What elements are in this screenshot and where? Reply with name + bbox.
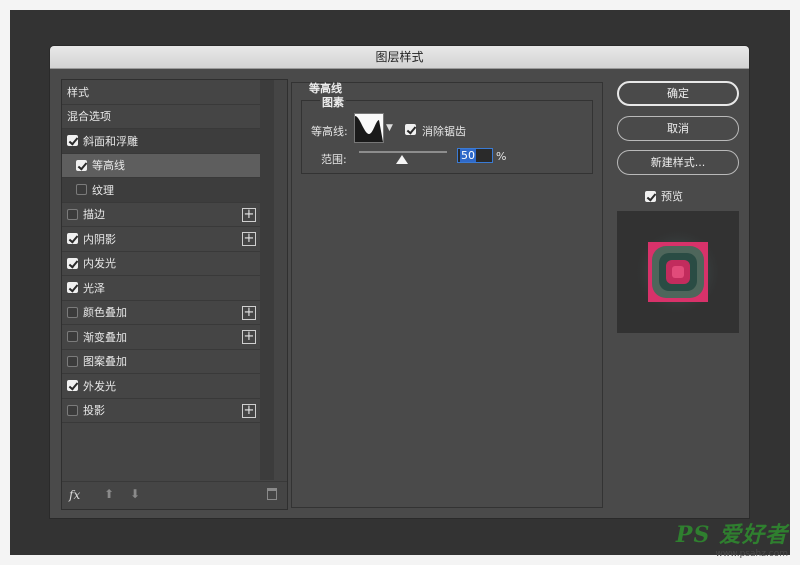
style-item-6[interactable]: 内阴影 + (62, 227, 260, 252)
move-down-icon[interactable]: ⬇ (130, 487, 140, 501)
style-item-checkbox[interactable] (67, 233, 78, 245)
style-list-footer: fx ⬆ ⬇ (62, 481, 287, 509)
range-slider-thumb[interactable] (396, 155, 408, 164)
anti-alias-label: 消除锯齿 (422, 125, 466, 138)
style-item-label: 等高线 (92, 159, 125, 173)
add-effect-icon[interactable]: + (242, 207, 256, 222)
range-unit: % (496, 150, 507, 163)
dialog-title: 图层样式 (50, 46, 749, 69)
ok-button[interactable]: 确定 (617, 81, 739, 106)
range-value: 50 (460, 149, 476, 162)
style-item-5[interactable]: 描边 + (62, 203, 260, 227)
preview-image (634, 228, 722, 316)
elements-title: 图素 (320, 94, 346, 110)
style-list-scrollbar[interactable] (260, 80, 274, 480)
style-item-label: 描边 (83, 208, 105, 222)
style-item-checkbox[interactable] (67, 282, 78, 294)
style-item-label: 内阴影 (83, 232, 116, 246)
style-item-0[interactable]: 样式 (62, 80, 260, 105)
style-item-checkbox[interactable] (76, 159, 87, 171)
range-input[interactable]: 50 (457, 148, 493, 163)
style-item-4[interactable]: 纹理 (62, 178, 260, 203)
preview-thumbnail (617, 211, 739, 333)
preview-checkbox[interactable] (645, 190, 656, 202)
style-item-checkbox[interactable] (67, 257, 78, 269)
style-item-label: 渐变叠加 (83, 330, 127, 344)
add-effect-icon[interactable]: + (242, 403, 256, 418)
contour-picker[interactable] (354, 113, 384, 143)
watermark-brand: PS 爱好者 (675, 522, 788, 548)
watermark: PS 爱好者 www.psahz.com (676, 517, 788, 559)
style-item-checkbox[interactable] (67, 380, 78, 392)
delete-effect-icon[interactable] (267, 488, 277, 500)
style-item-1[interactable]: 混合选项 (62, 105, 260, 129)
move-up-icon[interactable]: ⬆ (104, 487, 114, 501)
new-style-button[interactable]: 新建样式... (617, 150, 739, 175)
style-item-checkbox[interactable] (76, 184, 87, 196)
style-item-11[interactable]: 图案叠加 (62, 350, 260, 374)
add-effect-icon[interactable]: + (242, 330, 256, 344)
style-item-2[interactable]: 斜面和浮雕 (62, 129, 260, 154)
style-item-checkbox[interactable] (67, 404, 78, 416)
style-item-checkbox[interactable] (67, 331, 78, 343)
style-list-items: 样式混合选项斜面和浮雕等高线纹理描边 + 内阴影 + 内发光光泽颜色叠加 + 渐变叠加 + 图案… (62, 80, 260, 423)
style-item-checkbox[interactable] (67, 355, 78, 367)
style-item-13[interactable]: 投影 + (62, 399, 260, 423)
style-item-label: 内发光 (83, 257, 116, 271)
style-item-3[interactable]: 等高线 (62, 153, 260, 178)
style-item-label: 斜面和浮雕 (83, 134, 138, 148)
style-item-checkbox[interactable] (67, 135, 78, 147)
style-item-12[interactable]: 外发光 (62, 374, 260, 399)
anti-alias-checkbox[interactable] (405, 124, 416, 135)
fx-button[interactable]: fx (69, 488, 80, 502)
style-list: 样式混合选项斜面和浮雕等高线纹理描边 + 内阴影 + 内发光光泽颜色叠加 + 渐变叠加 + 图案… (61, 79, 288, 510)
watermark-url: www.psahz.com (715, 549, 788, 559)
elements-group: 图素 等高线: ▼ 消除锯齿 范围: 50 % (301, 94, 593, 174)
style-item-9[interactable]: 颜色叠加 + (62, 301, 260, 325)
style-item-10[interactable]: 渐变叠加 + (62, 325, 260, 350)
preview-label: 预览 (661, 190, 683, 203)
add-effect-icon[interactable]: + (242, 232, 256, 246)
range-label: 范围: (321, 153, 347, 166)
preview-toggle[interactable]: 预览 (645, 188, 683, 204)
style-item-8[interactable]: 光泽 (62, 276, 260, 301)
style-item-7[interactable]: 内发光 (62, 252, 260, 276)
contour-settings-panel: 等高线 图素 等高线: ▼ 消除锯齿 范围: 50 % (291, 82, 603, 508)
style-item-label: 颜色叠加 (83, 306, 127, 320)
contour-curve-icon (355, 116, 383, 142)
style-item-label: 光泽 (83, 281, 105, 295)
style-item-label: 纹理 (92, 183, 114, 197)
style-item-label: 外发光 (83, 379, 116, 393)
style-item-label: 图案叠加 (83, 355, 127, 369)
add-effect-icon[interactable]: + (242, 305, 256, 320)
contour-label: 等高线: (311, 125, 348, 138)
cancel-button[interactable]: 取消 (617, 116, 739, 141)
style-item-label: 投影 (83, 404, 105, 418)
style-item-checkbox[interactable] (67, 208, 78, 220)
style-item-checkbox[interactable] (67, 306, 78, 318)
layer-style-dialog: 图层样式 样式 混合选项 斜面和浮雕 等高线 纹理 描边 + 内阴影 + 内发光 光泽 颜色叠加 + 渐变… (50, 46, 749, 518)
style-item-label: 混合选项 (67, 110, 111, 124)
range-slider[interactable] (359, 151, 447, 153)
style-item-label: 样式 (67, 85, 89, 99)
chevron-down-icon[interactable]: ▼ (386, 123, 393, 133)
